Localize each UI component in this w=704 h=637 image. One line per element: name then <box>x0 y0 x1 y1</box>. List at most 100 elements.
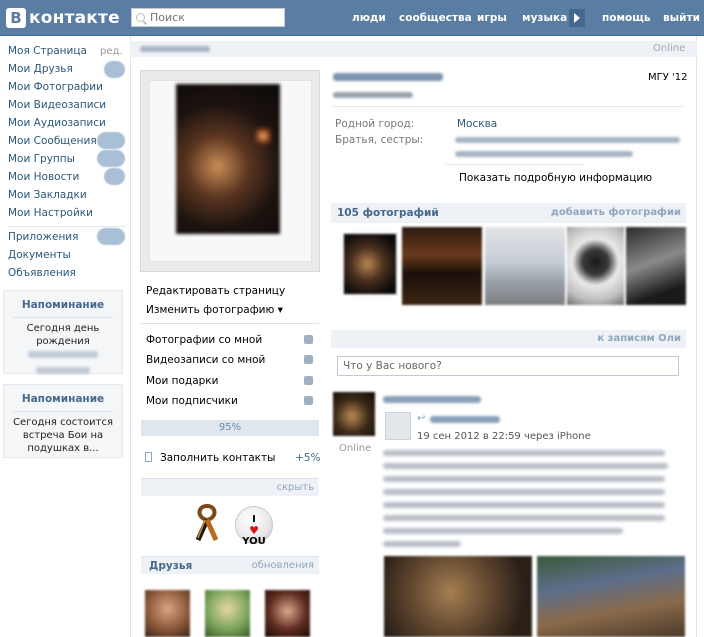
wall-post-input[interactable]: Что у Вас нового? <box>337 356 679 376</box>
blurred-repost-source[interactable] <box>430 416 500 423</box>
leftnav-messages[interactable]: Мои Сообщения <box>8 135 97 147</box>
logo-letter: В <box>6 7 26 28</box>
show-more-info-link[interactable]: Показать подробную информацию <box>459 172 652 184</box>
heart-icon: ♥ <box>249 524 259 537</box>
nav-people[interactable]: люди <box>352 12 386 24</box>
blurred-name <box>333 73 443 81</box>
wall-author-avatar[interactable] <box>333 392 375 436</box>
leftnav-ads[interactable]: Объявления <box>8 267 76 279</box>
search-box[interactable] <box>131 8 285 27</box>
leftnav-settings[interactable]: Мои Настройки <box>8 207 93 219</box>
fill-contacts-label[interactable]: Заполнить контакты <box>160 452 275 464</box>
gifts-header: скрыть <box>141 478 319 496</box>
my-followers-link[interactable]: Мои подписчики <box>146 395 238 407</box>
blurred-post-text <box>383 502 665 508</box>
post-image[interactable] <box>537 556 685 637</box>
hometown-value[interactable]: Москва <box>457 118 497 130</box>
leftnav-divider <box>8 226 126 227</box>
nav-logout[interactable]: выйти <box>663 12 700 24</box>
gift-icon <box>304 376 313 385</box>
reminder-text: Сегодня день рождения <box>26 323 100 347</box>
blurred-siblings <box>455 151 633 157</box>
leftnav-groups[interactable]: Мои Группы <box>8 153 75 165</box>
nav-help[interactable]: помощь <box>602 12 651 24</box>
add-photos-link[interactable]: добавить фотографии <box>551 207 681 218</box>
leftnav-videos[interactable]: Мои Видеозаписи <box>8 99 106 111</box>
friends-updates-link[interactable]: обновления <box>252 560 314 571</box>
blurred-post-text <box>383 541 461 547</box>
post-image[interactable] <box>384 556 532 637</box>
repost-icon: ↩ <box>417 413 426 424</box>
my-gifts-link[interactable]: Мои подарки <box>146 375 218 387</box>
reminder-title: Напоминание <box>21 299 105 311</box>
gifts-hide-link[interactable]: скрыть <box>277 482 315 493</box>
news-count-badge <box>104 168 125 185</box>
photos-count[interactable]: 105 фотографий <box>337 207 439 219</box>
post-date[interactable]: 19 сен 2012 в 22:59 через iPhone <box>417 431 591 442</box>
blurred-post-text <box>383 450 665 456</box>
siblings-label: Братья, сестры: <box>335 134 424 146</box>
blurred-name <box>28 351 98 358</box>
nav-communities[interactable]: сообщества <box>399 12 472 24</box>
change-photo-link[interactable]: Изменить фотографию ▾ <box>146 304 283 316</box>
blurred-title <box>140 46 210 52</box>
online-status: Online <box>653 43 686 54</box>
leftnav-audio[interactable]: Мои Аудиозаписи <box>8 117 106 129</box>
edit-page-link[interactable]: Редактировать страницу <box>146 285 285 297</box>
birthday-reminder[interactable]: Напоминание Сегодня день рождения <box>3 290 123 374</box>
friend-avatar[interactable] <box>265 590 310 637</box>
photo-thumbnail[interactable] <box>567 227 624 305</box>
leftnav-photos[interactable]: Мои Фотографии <box>8 81 103 93</box>
to-posts-link[interactable]: к записям Оли <box>597 333 681 344</box>
profile-divider <box>141 323 319 324</box>
info-divider <box>333 106 683 107</box>
i-love-you-gift[interactable]: I ♥ YOU <box>235 506 273 547</box>
gift-text-you: YOU <box>242 536 266 547</box>
leftnav-apps[interactable]: Приложения <box>8 231 78 243</box>
ribbon-gift-icon[interactable] <box>192 502 222 542</box>
vk-logo[interactable]: В контакте <box>6 6 120 29</box>
repost-source-avatar[interactable] <box>385 412 411 440</box>
reminder-divider <box>13 317 113 318</box>
photos-with-me-link[interactable]: Фотографии со мной <box>146 334 262 346</box>
video-icon <box>304 355 313 364</box>
friends-header: Друзья обновления <box>141 556 319 574</box>
blurred-siblings <box>455 137 680 143</box>
reminder-title: Напоминание <box>21 393 105 405</box>
leftnav-edit-link[interactable]: ред. <box>100 46 123 57</box>
friends-count-badge <box>104 61 125 78</box>
leftnav-documents[interactable]: Документы <box>8 249 71 261</box>
photo-thumbnail[interactable] <box>343 233 397 295</box>
blurred-post-text <box>383 528 623 534</box>
leftnav-my-page[interactable]: Моя Страница <box>8 45 87 57</box>
university[interactable]: МГУ '12 <box>648 72 687 83</box>
photo-thumbnail[interactable] <box>485 227 565 305</box>
videos-with-me-link[interactable]: Видеозаписи со мной <box>146 354 265 366</box>
leftnav-bookmarks[interactable]: Мои Закладки <box>8 189 87 201</box>
followers-icon <box>304 396 313 405</box>
event-reminder[interactable]: Напоминание Сегодня состоится встреча Бо… <box>3 384 123 458</box>
blurred-post-text <box>383 489 665 495</box>
photo-thumbnail[interactable] <box>402 227 482 305</box>
friends-title[interactable]: Друзья <box>149 560 192 572</box>
phone-icon <box>145 452 152 462</box>
nav-music[interactable]: музыка <box>522 12 567 24</box>
avatar-photo[interactable] <box>176 84 280 234</box>
leftnav-news[interactable]: Мои Новости <box>8 171 79 183</box>
nav-games[interactable]: игры <box>477 12 507 24</box>
search-icon <box>136 13 145 22</box>
friend-avatar[interactable] <box>205 590 250 637</box>
music-play-icon[interactable] <box>569 9 585 27</box>
leftnav-friends[interactable]: Мои Друзья <box>8 63 73 75</box>
photo-thumbnail[interactable] <box>626 227 686 305</box>
fill-contacts-row[interactable]: Заполнить контакты +5% <box>145 452 320 464</box>
search-input[interactable] <box>150 11 280 24</box>
reminder-text: Сегодня состоится встреча Бои на подушка… <box>12 417 114 454</box>
blurred-author-name[interactable] <box>383 396 481 403</box>
blurred-post-text <box>383 515 665 521</box>
reminder-divider <box>13 411 113 412</box>
blurred-name <box>36 367 90 374</box>
profile-name <box>333 71 443 84</box>
photos-header: 105 фотографий добавить фотографии <box>331 203 686 223</box>
friend-avatar[interactable] <box>145 590 190 637</box>
